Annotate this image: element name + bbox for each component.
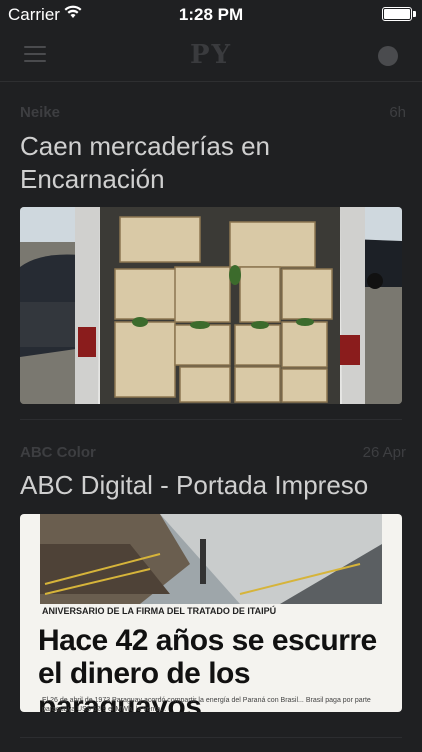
card-divider xyxy=(20,737,402,738)
newspaper-body: El 26 de abril de 1973 Paraguay acordó c… xyxy=(42,697,371,712)
status-bar: Carrier 1:28 PM xyxy=(0,0,422,30)
dam-photo xyxy=(40,514,382,604)
news-image[interactable] xyxy=(20,207,402,404)
news-source: Neike xyxy=(20,104,61,121)
profile-dot-icon[interactable] xyxy=(378,46,398,66)
card-divider xyxy=(20,419,402,420)
news-card[interactable]: Neike 6h Caen mercaderías en Encarnación xyxy=(0,82,422,422)
news-time: 6h xyxy=(389,104,406,121)
news-time: 26 Apr xyxy=(362,444,406,461)
app-logo: PY xyxy=(189,40,233,70)
news-title[interactable]: ABC Digital - Portada Impreso xyxy=(20,469,402,502)
navigation-bar: PY xyxy=(0,30,422,82)
newspaper-caption: ANIVERSARIO DE LA FIRMA DEL TRATADO DE I… xyxy=(42,606,277,616)
news-image[interactable]: ANIVERSARIO DE LA FIRMA DEL TRATADO DE I… xyxy=(20,514,402,712)
produce-van-photo xyxy=(20,207,402,404)
news-source: ABC Color xyxy=(20,444,96,461)
battery-icon xyxy=(382,7,416,21)
news-title[interactable]: Caen mercaderías en Encarnación xyxy=(20,130,402,196)
news-card[interactable]: ABC Color 26 Apr ABC Digital - Portada I… xyxy=(0,422,422,752)
clock: 1:28 PM xyxy=(178,5,244,24)
